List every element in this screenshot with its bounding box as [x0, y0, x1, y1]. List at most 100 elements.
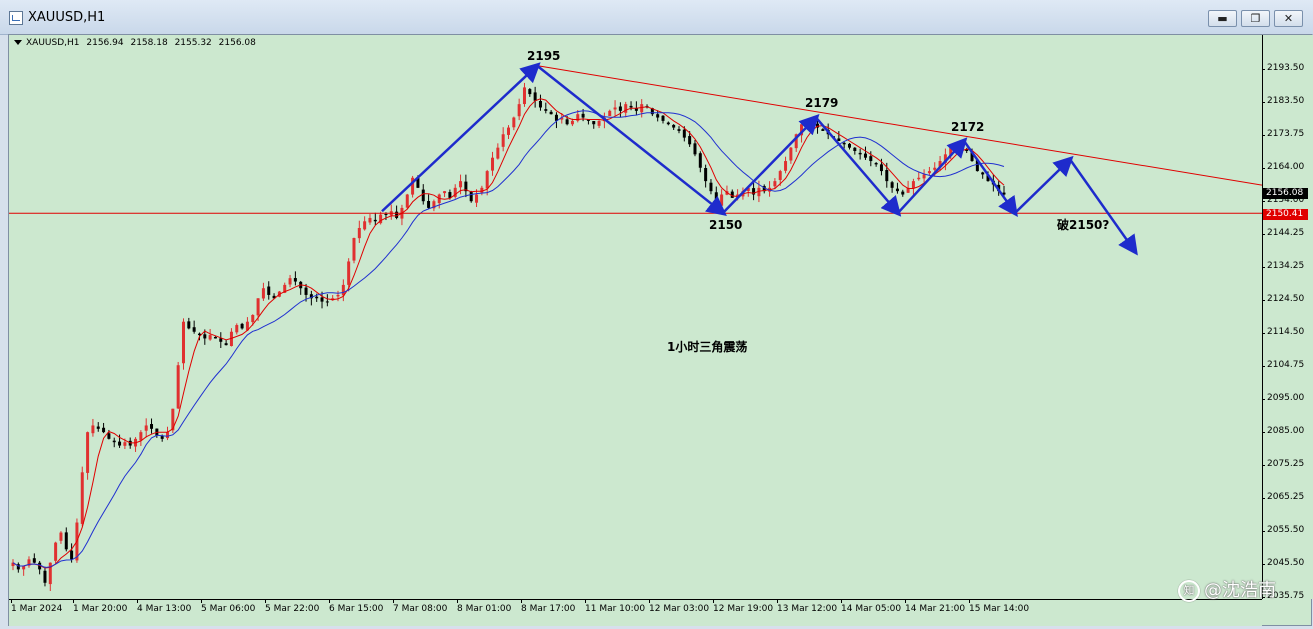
candle-body [213, 336, 217, 339]
candle-body [86, 432, 90, 473]
candle-body [512, 117, 516, 128]
projection-arrow [381, 62, 541, 213]
candle-body [64, 532, 68, 550]
candle-body [853, 147, 857, 152]
time-tick-label: 15 Mar 14:00 [969, 599, 1030, 614]
candle-body [821, 129, 825, 131]
candle-body [570, 120, 574, 125]
header-low: 2155.32 [174, 38, 212, 48]
candle-body [549, 111, 553, 115]
candle-body [112, 440, 116, 443]
annotation-peak-2179: 2179 [805, 96, 839, 110]
candle-body [288, 278, 292, 285]
candle-body [363, 221, 367, 230]
candle-body [858, 152, 862, 155]
candle-body [837, 138, 841, 141]
projection-arrow [1068, 158, 1138, 256]
candle-body [693, 143, 697, 155]
candle-body [224, 343, 228, 346]
candle-body [150, 424, 154, 429]
price-tick-label: 2095.00 [1261, 392, 1305, 403]
candle-body [629, 105, 633, 108]
candle-body [192, 327, 196, 332]
time-axis[interactable]: 1 Mar 2024 1 Mar 20:00 4 Mar 13:00 5 Mar 06… [9, 599, 1262, 626]
time-tick-label: 8 Mar 17:00 [521, 599, 576, 614]
time-tick-label: 5 Mar 22:00 [265, 599, 320, 614]
candle-body [895, 188, 899, 192]
candle-body [443, 191, 447, 194]
chart-plot-area[interactable] [9, 35, 1262, 599]
projection-arrow [897, 137, 968, 214]
minimize-button[interactable]: ▬ [1208, 10, 1237, 27]
candle-body [43, 570, 47, 583]
candle-body [240, 323, 244, 329]
projection-arrow [815, 116, 902, 217]
candle-body [176, 365, 180, 409]
watermark-text: @沈浩南 [1204, 580, 1276, 601]
time-tick-label: 13 Mar 12:00 [777, 599, 838, 614]
descending-trendline [536, 65, 1262, 186]
candle-body [613, 107, 617, 110]
candle-body [911, 181, 915, 189]
candle-body [565, 119, 569, 125]
candle-body [267, 286, 271, 295]
time-tick-label: 12 Mar 19:00 [713, 599, 774, 614]
candle-body [448, 192, 452, 198]
candle-body [469, 191, 473, 202]
restore-button[interactable]: ❐ [1241, 10, 1270, 27]
price-axis[interactable]: 2193.50 2183.50 2173.75 2164.00 2154.00 2144.… [1261, 35, 1313, 601]
candle-body [538, 100, 542, 108]
candle-body [475, 194, 479, 203]
price-tick-label: 2085.00 [1261, 426, 1305, 437]
close-button[interactable]: ✕ [1274, 10, 1303, 27]
candle-body [517, 104, 521, 117]
price-tick-label: 2193.50 [1261, 63, 1305, 73]
time-tick-label: 7 Mar 08:00 [393, 599, 448, 614]
candle-body [847, 143, 851, 148]
candle-body [863, 153, 867, 158]
candle-body [714, 192, 718, 205]
annotation-break-2150: 破2150? [1057, 218, 1110, 232]
candle-body [320, 297, 324, 302]
candle-body [544, 109, 548, 111]
window-titlebar[interactable]: XAUUSD,H1 ▬ ❐ ✕ [0, 0, 1313, 35]
candle-body [144, 425, 148, 431]
annotation-peak-2172: 2172 [951, 120, 985, 134]
candle-body [427, 200, 431, 208]
candle-body [203, 334, 207, 339]
candle-body [325, 301, 329, 303]
candle-body [32, 558, 36, 563]
ma-fast-line [12, 98, 1005, 569]
price-tick-label: 2173.75 [1261, 129, 1305, 140]
candle-body [166, 432, 170, 439]
candle-body [405, 194, 409, 208]
candle-body [70, 550, 74, 560]
time-tick-label: 4 Mar 13:00 [137, 599, 192, 614]
candle-body [922, 174, 926, 179]
support-price-tag: 2150.41 [1263, 209, 1308, 221]
candle-body [139, 432, 143, 441]
candle-body [235, 325, 239, 333]
candle-body [874, 162, 878, 165]
chart-window-icon [9, 11, 23, 25]
annotation-low-2150: 2150 [709, 218, 743, 232]
candle-body [501, 134, 505, 147]
price-tick-label: 2114.50 [1261, 327, 1305, 338]
candle-body [778, 171, 782, 180]
candle-body [890, 182, 894, 188]
candle-body [315, 296, 319, 299]
time-tick-label: 14 Mar 05:00 [841, 599, 902, 614]
candle-body [293, 278, 297, 282]
candle-body [661, 115, 665, 121]
dropdown-triangle-icon[interactable] [14, 40, 22, 45]
candle-body [304, 287, 308, 295]
candle-body [219, 338, 223, 342]
candle-body [666, 122, 670, 125]
candle-body [885, 169, 889, 182]
candlestick-chart[interactable] [9, 35, 1262, 599]
candle-body [933, 167, 937, 170]
price-tick-label: 2075.25 [1261, 458, 1305, 469]
time-tick-label: 8 Mar 01:00 [457, 599, 512, 614]
candle-body [181, 321, 185, 364]
price-tick-label: 2183.50 [1261, 96, 1305, 107]
